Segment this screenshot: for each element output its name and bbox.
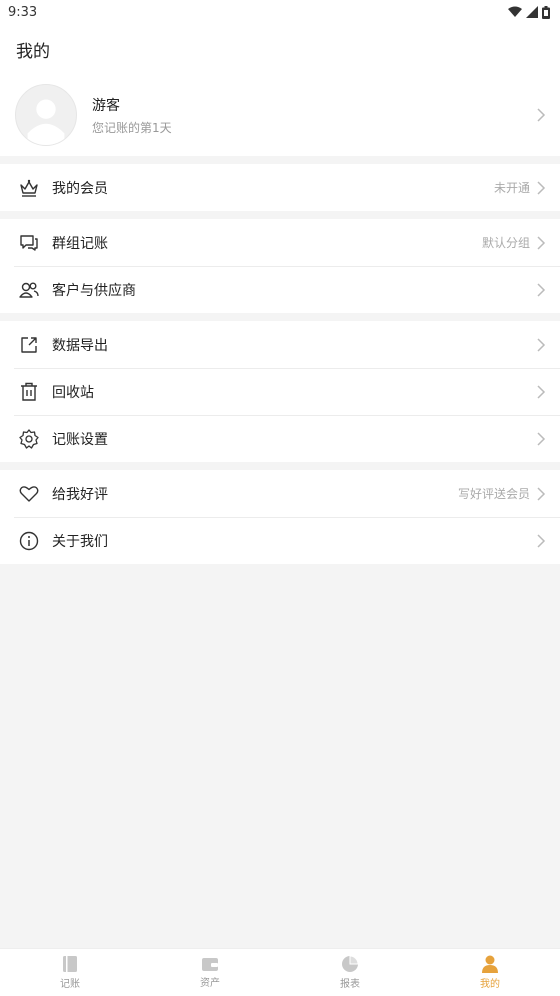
menu-item-label: 客户与供应商 (52, 282, 136, 299)
menu-item-hint: 写好评送会员 (457, 487, 530, 501)
tab-bookkeeping[interactable]: 记账 (0, 949, 140, 996)
chevron-right-icon (536, 107, 546, 123)
chevron-right-icon (536, 486, 546, 502)
chevron-right-icon (536, 180, 546, 196)
chat-bubbles-icon (18, 232, 40, 254)
gear-icon (18, 428, 40, 450)
wifi-icon (508, 6, 522, 17)
tab-label: 报表 (340, 979, 360, 990)
tab-label: 记账 (60, 979, 80, 990)
chevron-right-icon (536, 384, 546, 400)
menu-item-bookkeeping-settings[interactable]: 记账设置 (0, 415, 560, 462)
chevron-right-icon (536, 282, 546, 298)
chevron-right-icon (536, 235, 546, 251)
profile-subtitle: 您记账的第1天 (92, 120, 172, 135)
default-avatar-icon (27, 99, 65, 145)
info-icon (18, 530, 40, 552)
menu-item-label: 给我好评 (52, 486, 108, 503)
profile-card[interactable]: 游客 您记账的第1天 (0, 74, 560, 156)
contacts-icon (18, 279, 40, 301)
menu-item-rate-us[interactable]: 给我好评 写好评送会员 (0, 470, 560, 517)
tab-mine[interactable]: 我的 (420, 949, 560, 996)
menu-item-label: 回收站 (52, 384, 94, 401)
menu-item-about-us[interactable]: 关于我们 (0, 517, 560, 564)
tab-assets[interactable]: 资产 (140, 949, 280, 996)
tab-label: 资产 (200, 978, 220, 989)
battery-icon (542, 5, 550, 19)
menu-group-accounts: 群组记账 默认分组 客户与供应商 (0, 219, 560, 313)
menu-item-membership[interactable]: 我的会员 未开通 (0, 164, 560, 211)
pie-chart-icon (342, 955, 359, 972)
page-header: 我的 (0, 24, 560, 74)
menu-item-group-bookkeeping[interactable]: 群组记账 默认分组 (0, 219, 560, 266)
menu-item-label: 数据导出 (52, 337, 108, 354)
page-title: 我的 (16, 41, 50, 62)
status-icons (508, 5, 550, 19)
menu-item-label: 记账设置 (52, 431, 108, 448)
menu-group-about: 给我好评 写好评送会员 关于我们 (0, 470, 560, 564)
menu-item-hint: 默认分组 (481, 236, 530, 250)
bottom-tab-bar: 记账 资产 报表 我的 (0, 948, 560, 996)
signal-icon (526, 6, 538, 18)
wallet-icon (202, 958, 218, 971)
menu-item-customers-suppliers[interactable]: 客户与供应商 (0, 266, 560, 313)
tab-label: 我的 (480, 979, 500, 990)
menu-item-data-export[interactable]: 数据导出 (0, 321, 560, 368)
status-bar: 9:33 (0, 0, 560, 24)
status-time: 9:33 (8, 4, 38, 20)
menu-group-membership: 我的会员 未开通 (0, 164, 560, 211)
profile-info: 游客 您记账的第1天 (92, 95, 536, 136)
chevron-right-icon (536, 533, 546, 549)
person-icon (482, 955, 498, 973)
heart-icon (18, 483, 40, 505)
menu-item-hint: 未开通 (493, 181, 530, 195)
export-icon (18, 334, 40, 356)
menu-item-label: 关于我们 (52, 533, 108, 550)
chevron-right-icon (536, 337, 546, 353)
tab-reports[interactable]: 报表 (280, 949, 420, 996)
menu-item-label: 我的会员 (52, 180, 108, 197)
profile-name: 游客 (92, 97, 120, 114)
menu-group-data: 数据导出 回收站 记账设置 (0, 321, 560, 462)
menu-item-recycle-bin[interactable]: 回收站 (0, 368, 560, 415)
chevron-right-icon (536, 431, 546, 447)
trash-icon (18, 381, 40, 403)
book-icon (63, 956, 77, 972)
avatar[interactable] (15, 84, 77, 146)
menu-item-label: 群组记账 (52, 235, 108, 252)
crown-icon (18, 177, 40, 199)
